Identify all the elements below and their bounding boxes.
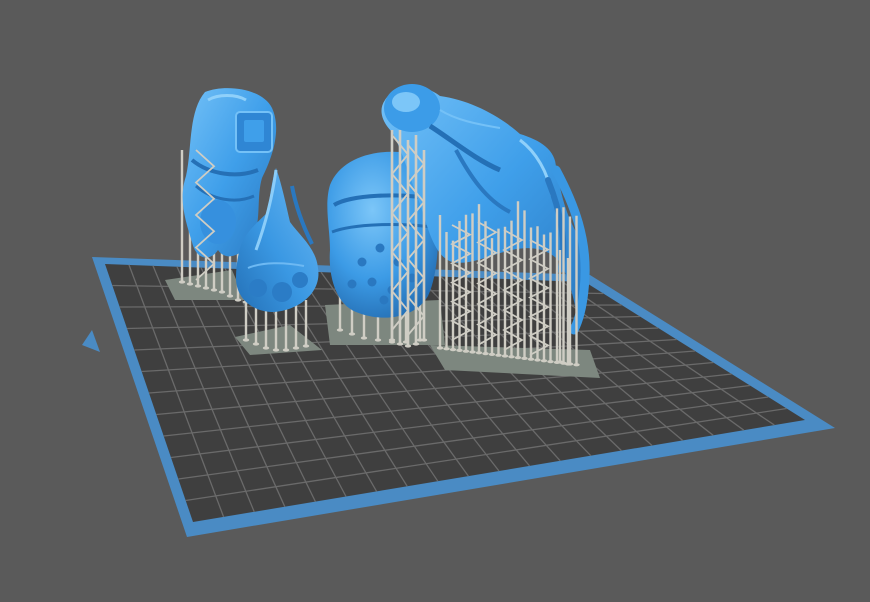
pod-rivet	[379, 295, 389, 305]
support-foot	[404, 344, 412, 348]
support-foot	[527, 357, 535, 361]
build-plate-edge-notch	[82, 330, 100, 352]
support-foot	[436, 346, 444, 350]
support-foot	[420, 338, 428, 342]
support-foot	[226, 294, 234, 298]
support-foot	[495, 353, 502, 357]
support-foot	[521, 356, 528, 360]
support-foot	[456, 348, 463, 352]
pod-rivet	[367, 277, 377, 287]
support-foot	[469, 350, 476, 354]
support-foot	[573, 363, 580, 367]
support-foot	[234, 298, 242, 302]
support-foot	[449, 348, 457, 352]
support-foot	[534, 358, 541, 362]
support-foot	[412, 342, 420, 346]
support-foot	[475, 351, 483, 355]
support-foot	[501, 354, 509, 358]
pod-rivet	[357, 257, 367, 267]
support-foot	[252, 342, 260, 346]
support-foot	[488, 352, 496, 356]
support-foot	[194, 284, 202, 288]
3d-viewport[interactable]	[0, 0, 870, 602]
support-foot	[282, 348, 290, 352]
support-foot	[272, 348, 280, 352]
support-foot	[508, 355, 515, 359]
support-foot	[514, 356, 522, 360]
support-foot	[360, 336, 368, 340]
support-foot	[348, 332, 356, 336]
support-foot	[186, 282, 194, 286]
pod-rivet	[347, 279, 357, 289]
support-foot	[302, 344, 310, 348]
support-foot	[396, 342, 404, 346]
scene-canvas[interactable]	[0, 0, 870, 602]
support-foot	[374, 338, 382, 342]
support-foot	[564, 362, 572, 366]
support-foot	[292, 346, 300, 350]
support-foot	[336, 328, 344, 332]
support-foot	[242, 338, 250, 342]
support-foot	[443, 347, 450, 351]
support-foot	[218, 290, 226, 294]
support-foot	[556, 360, 564, 364]
support-foot	[462, 349, 470, 353]
support-foot	[388, 338, 396, 342]
support-foot	[202, 286, 210, 290]
support-foot	[210, 288, 218, 292]
support-foot	[178, 280, 186, 284]
support-foot	[540, 359, 548, 363]
support-foot	[482, 352, 489, 356]
pod-rivet	[375, 243, 385, 253]
support-foot	[547, 360, 554, 364]
support-foot	[262, 346, 270, 350]
